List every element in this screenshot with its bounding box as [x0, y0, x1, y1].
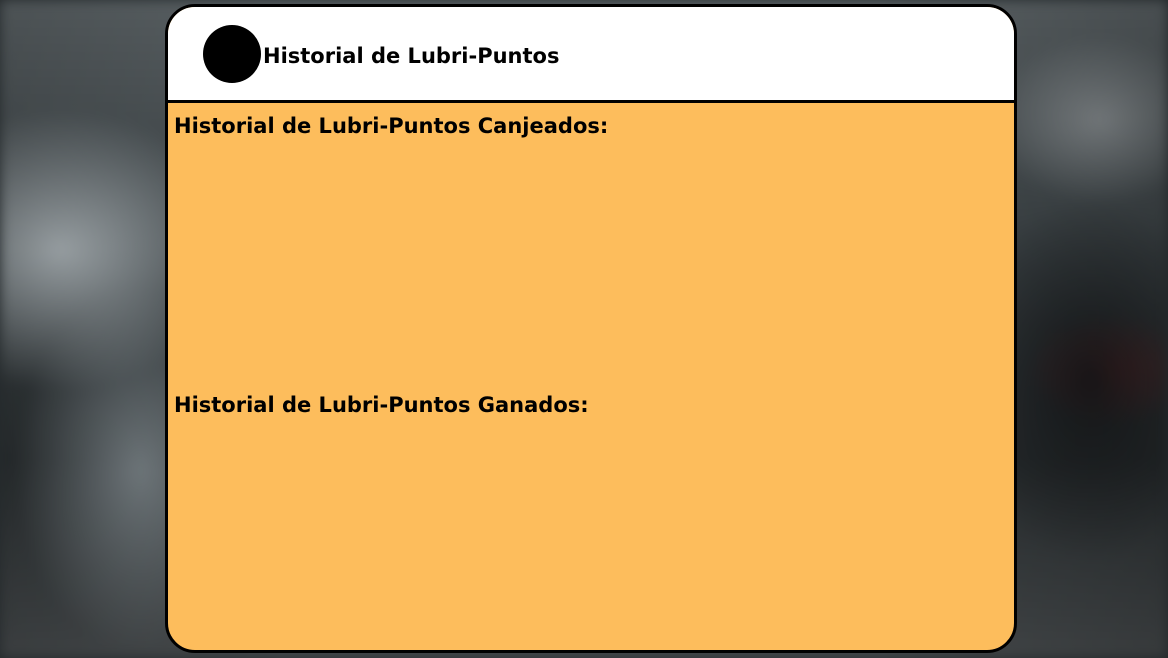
page-title: Historial de Lubri-Puntos — [263, 43, 560, 68]
earned-points-heading: Historial de Lubri-Puntos Ganados: — [174, 393, 589, 417]
redeemed-points-list — [174, 147, 1008, 377]
points-history-card: Historial de Lubri-Puntos Historial de L… — [165, 4, 1017, 653]
card-header: Historial de Lubri-Puntos — [168, 7, 1014, 103]
earned-points-list — [174, 426, 1008, 646]
redeemed-points-heading: Historial de Lubri-Puntos Canjeados: — [174, 114, 609, 138]
card-body: Historial de Lubri-Puntos Canjeados: His… — [168, 103, 1014, 650]
avatar[interactable] — [203, 24, 261, 83]
